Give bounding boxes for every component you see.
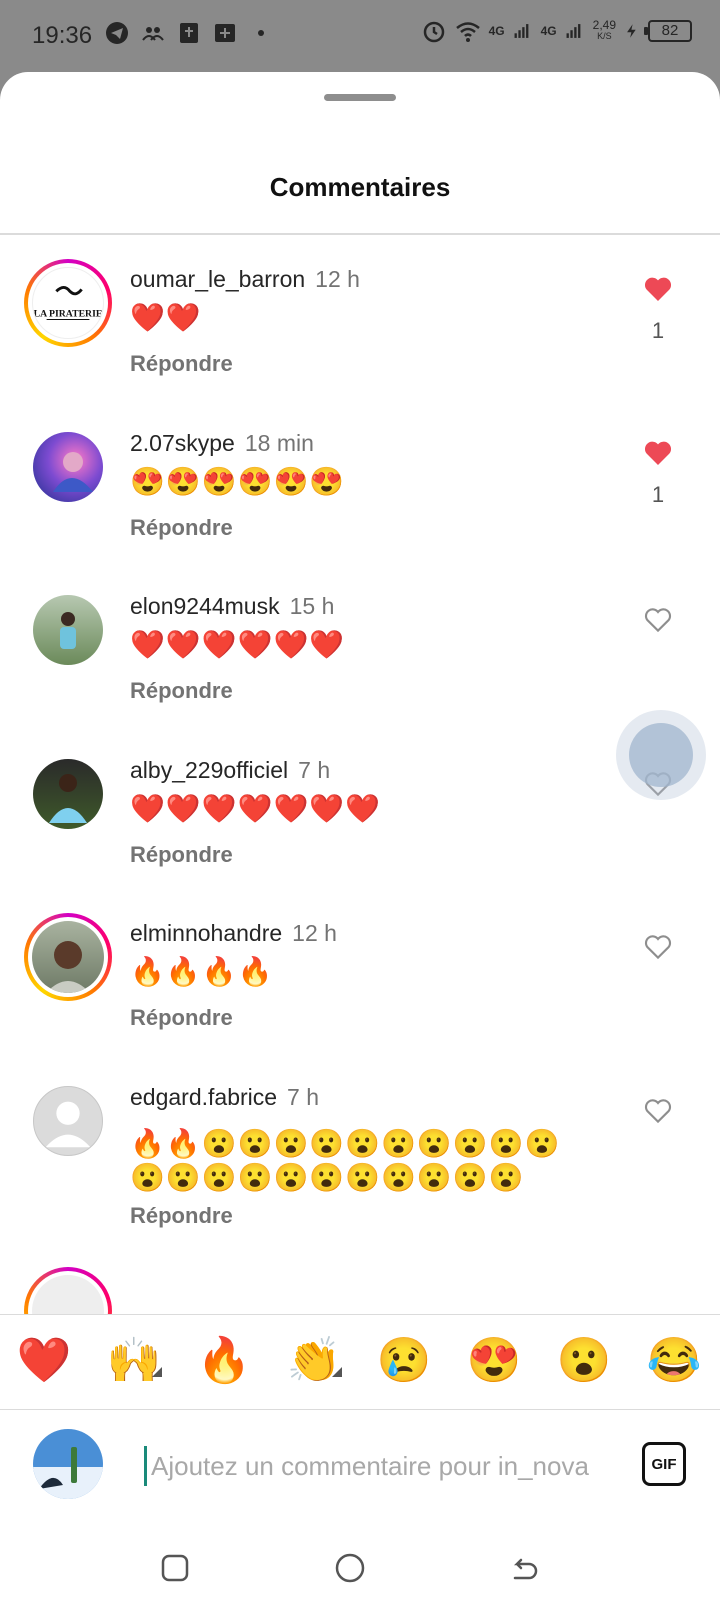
comment-text: 😍😍😍😍😍😍	[130, 466, 346, 497]
reply-button[interactable]: Répondre	[130, 678, 233, 704]
avatar[interactable]	[24, 750, 112, 838]
person-photo-icon	[49, 774, 87, 823]
battery-indicator: 82	[644, 20, 692, 42]
comment-input[interactable]	[144, 1446, 610, 1486]
heart-filled-icon[interactable]	[642, 273, 674, 305]
comment-text: ❤️❤️❤️❤️❤️❤️	[130, 629, 346, 660]
comment-time: 7 h	[298, 757, 331, 783]
comment-text: ❤️❤️❤️❤️❤️❤️❤️	[130, 793, 382, 824]
status-bar: 19:36 4G 4G 2,49 K/S 82	[0, 0, 720, 72]
emoji-laughing-button[interactable]: 😂	[646, 1335, 702, 1387]
status-time: 19:36	[32, 22, 93, 49]
alarm-icon	[423, 21, 444, 43]
emoji-heart-eyes-button[interactable]: 😍	[466, 1335, 522, 1387]
comment-time: 18 min	[244, 430, 314, 456]
signal-icon	[514, 24, 529, 38]
like-count: 1	[651, 318, 665, 343]
comment-time: 7 h	[287, 1084, 320, 1110]
heart-outline-icon[interactable]	[642, 931, 674, 963]
reply-button[interactable]: Répondre	[130, 1203, 233, 1229]
heart-outline-icon[interactable]	[642, 1095, 674, 1127]
recents-button[interactable]	[155, 1548, 195, 1588]
back-arrow-icon	[513, 1558, 538, 1580]
comment-username[interactable]: edgard.fabrice	[130, 1084, 277, 1110]
svg-text:LA PIRATERIE: LA PIRATERIE	[34, 309, 103, 320]
home-button[interactable]	[330, 1548, 370, 1588]
group-icon	[142, 27, 164, 41]
pirate-logo-icon: LA PIRATERIE	[34, 286, 103, 321]
circle-icon	[335, 1553, 365, 1583]
emoji-heart-button[interactable]: ❤️	[16, 1335, 72, 1387]
signal-icon-2	[566, 24, 581, 38]
network-type-1: 4G	[488, 24, 505, 38]
person-photo-icon	[46, 941, 90, 993]
comment-time: 12 h	[292, 920, 337, 946]
avatar[interactable]: LA PIRATERIE	[24, 259, 112, 347]
beach-photo-icon	[33, 1429, 103, 1499]
skin-tone-indicator	[152, 1367, 162, 1377]
reply-button[interactable]: Répondre	[130, 351, 233, 377]
emoji-fire-button[interactable]: 🔥	[196, 1335, 252, 1387]
avatar[interactable]	[24, 586, 112, 674]
system-nav-bar	[0, 1520, 720, 1612]
emoji-quick-bar: ❤️ 🙌 🔥 👏 😢 😍 😮 😂	[0, 1314, 720, 1410]
my-avatar	[33, 1429, 103, 1499]
heart-outline-icon[interactable]	[642, 604, 674, 636]
comments-list[interactable]: LA PIRATERIE oumar_le_barron 12 h ❤️❤️ Ré…	[0, 235, 720, 1390]
reply-button[interactable]: Répondre	[130, 1005, 233, 1031]
avatar[interactable]	[24, 913, 112, 1001]
comment-text: 🔥🔥🔥🔥	[130, 956, 274, 987]
comment-composer: GIF	[0, 1410, 720, 1520]
gif-button[interactable]: GIF	[642, 1442, 686, 1486]
square-icon	[161, 1554, 189, 1582]
network-type-2: 4G	[540, 24, 557, 38]
default-avatar-icon	[45, 1101, 91, 1148]
comment-text: ❤️❤️	[130, 302, 202, 333]
emoji-raised-hands-button[interactable]: 🙌	[106, 1335, 162, 1387]
comment-text: 🔥🔥😮😮😮😮😮😮😮😮😮😮😮😮😮😮😮😮😮😮😮😮😮	[130, 1128, 561, 1193]
comment-username[interactable]: 2.07skype	[130, 430, 235, 456]
emoji-surprised-button[interactable]: 😮	[556, 1335, 612, 1387]
comment-username[interactable]: elon9244musk	[130, 593, 280, 619]
comment-time: 12 h	[315, 266, 360, 292]
charging-icon	[627, 24, 636, 38]
reply-button[interactable]: Répondre	[130, 515, 233, 541]
comment-username[interactable]: elminnohandre	[130, 920, 282, 946]
heart-filled-icon[interactable]	[642, 437, 674, 469]
person-photo-icon	[53, 452, 93, 492]
bible-plus-icon	[215, 24, 235, 42]
like-count: 1	[651, 482, 665, 507]
reply-button[interactable]: Répondre	[130, 842, 233, 868]
bible-icon	[180, 23, 198, 43]
network-speed: 2,49 K/S	[592, 18, 616, 41]
emoji-crying-button[interactable]: 😢	[376, 1335, 432, 1387]
comment-time: 15 h	[289, 593, 335, 619]
person-photo-icon	[60, 612, 76, 649]
drag-handle[interactable]	[324, 94, 396, 101]
touch-indicator	[616, 710, 706, 800]
back-button[interactable]	[505, 1548, 545, 1588]
avatar[interactable]	[24, 1077, 112, 1165]
skin-tone-indicator	[332, 1367, 342, 1377]
telegram-icon	[106, 22, 128, 44]
dot-icon	[258, 30, 264, 36]
emoji-clap-button[interactable]: 👏	[286, 1335, 342, 1387]
comments-sheet: Commentaires LA PIRATERIE oumar_le_barro…	[0, 72, 720, 1612]
sheet-title: Commentaires	[269, 172, 451, 202]
wifi-icon	[455, 22, 480, 42]
comment-username[interactable]: alby_229officiel	[130, 757, 288, 783]
comment-username[interactable]: oumar_le_barron	[130, 266, 305, 292]
avatar[interactable]	[24, 423, 112, 511]
